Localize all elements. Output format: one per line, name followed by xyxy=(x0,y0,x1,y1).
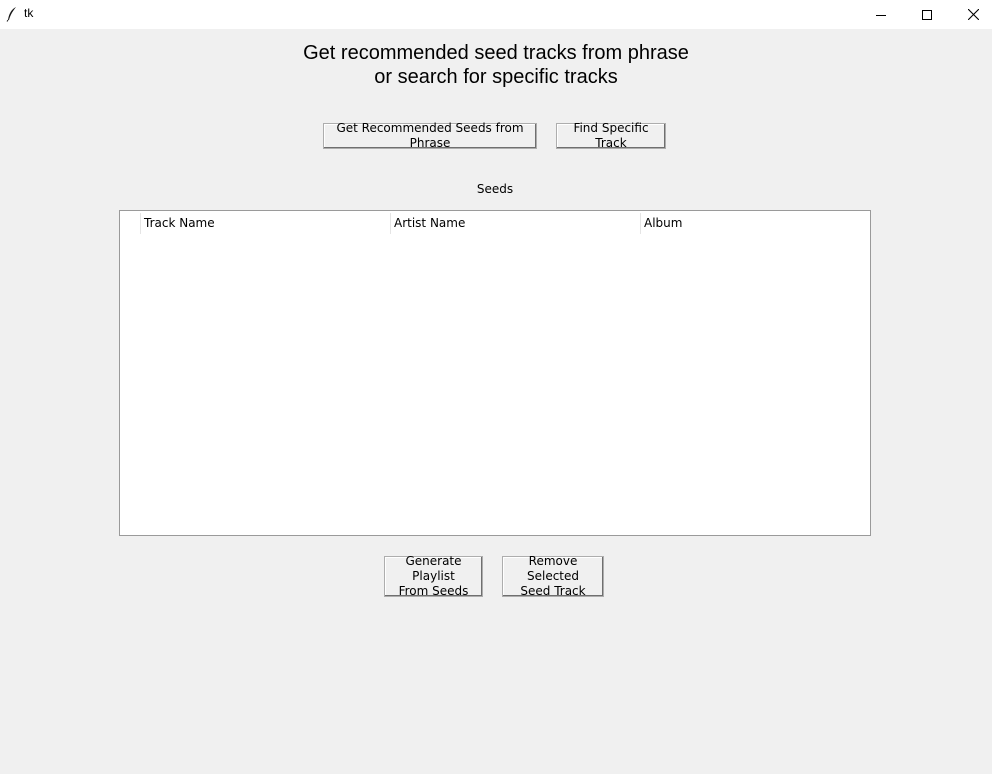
minimize-button[interactable] xyxy=(858,0,904,29)
get-recommended-seeds-button[interactable]: Get Recommended Seeds from Phrase xyxy=(323,121,537,150)
column-header-track-name[interactable]: Track Name xyxy=(140,211,390,235)
remove-selected-seed-button[interactable]: Remove Selected Seed Track xyxy=(502,554,604,598)
seeds-label: Seeds xyxy=(476,182,514,196)
close-icon xyxy=(967,5,979,24)
generate-playlist-button[interactable]: Generate Playlist From Seeds xyxy=(384,554,483,598)
app-window: tk Get recommended seed tracks from phra… xyxy=(0,0,992,774)
page-heading: Get recommended seed tracks from phrase … xyxy=(0,41,992,89)
column-header-artist-name[interactable]: Artist Name xyxy=(390,211,640,235)
seeds-table-header: Track Name Artist Name Album xyxy=(120,211,870,235)
maximize-button[interactable] xyxy=(904,0,950,29)
heading-line-1: Get recommended seed tracks from phrase xyxy=(303,42,689,64)
seeds-table[interactable]: Track Name Artist Name Album xyxy=(119,210,871,536)
maximize-icon xyxy=(922,5,932,24)
heading-line-2: or search for specific tracks xyxy=(374,66,618,88)
window-title: tk xyxy=(24,6,34,20)
column-header-album[interactable]: Album xyxy=(640,211,870,235)
title-bar[interactable]: tk xyxy=(0,0,992,29)
find-specific-track-button[interactable]: Find Specific Track xyxy=(556,121,666,150)
feather-icon xyxy=(6,6,18,22)
close-button[interactable] xyxy=(950,0,992,29)
minimize-icon xyxy=(876,5,886,24)
